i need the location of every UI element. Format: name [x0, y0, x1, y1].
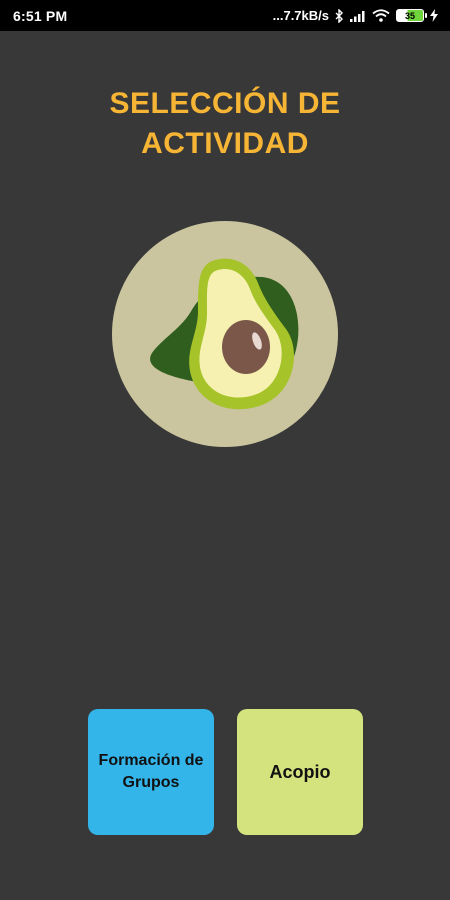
network-speed: ...7.7kB/s — [272, 8, 329, 23]
formacion-grupos-label: Formación de Grupos — [98, 752, 204, 791]
signal-icon — [350, 10, 366, 22]
charging-icon — [430, 9, 438, 22]
avocado-icon — [112, 221, 338, 447]
acopio-button[interactable]: Acopio — [237, 709, 363, 835]
page-title-line-2: ACTIVIDAD — [141, 127, 309, 160]
page-title: SELECCIÓN DE ACTIVIDAD — [0, 84, 450, 164]
status-bar: 6:51 PM ...7.7kB/s 35 — [0, 0, 450, 31]
bluetooth-icon — [335, 8, 344, 23]
status-time: 6:51 PM — [13, 7, 68, 24]
wifi-icon — [372, 9, 390, 22]
formacion-grupos-button[interactable]: Formación de Grupos — [88, 709, 214, 835]
battery-icon: 35 — [396, 9, 427, 22]
status-icons: ...7.7kB/s 35 — [273, 8, 438, 23]
acopio-label: Acopio — [269, 761, 331, 782]
page-title-line-1: SELECCIÓN DE — [109, 87, 341, 120]
